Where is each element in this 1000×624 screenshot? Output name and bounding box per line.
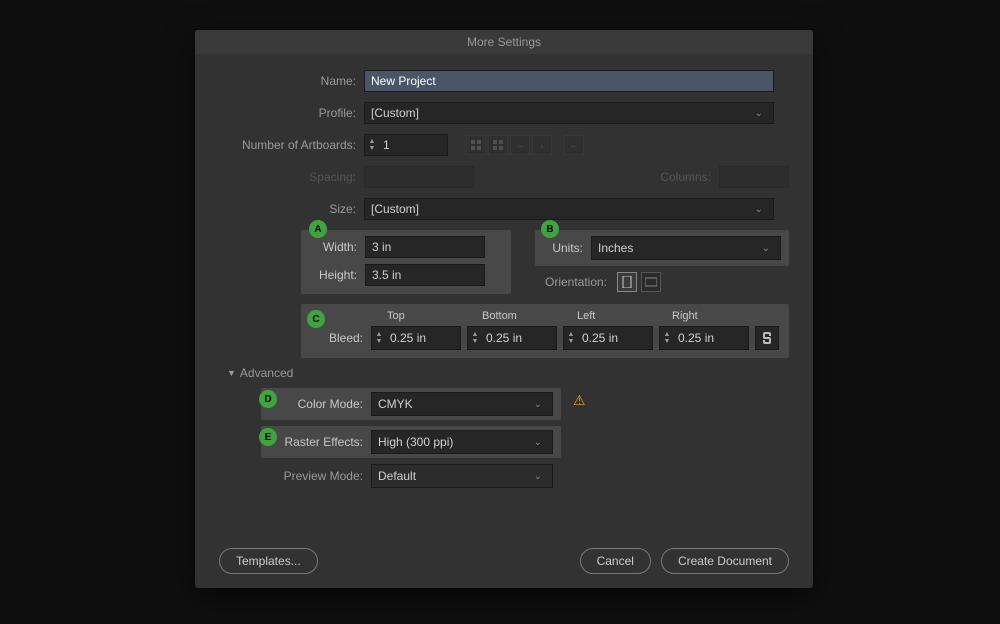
badge-d: D bbox=[259, 390, 277, 408]
stepper-arrows-icon[interactable]: ▲▼ bbox=[564, 331, 578, 345]
height-input[interactable] bbox=[365, 264, 485, 286]
columns-label: Columns: bbox=[660, 170, 719, 184]
stepper-arrows-icon[interactable]: ▲▼ bbox=[372, 331, 386, 345]
spacing-input bbox=[364, 166, 474, 188]
artboards-input[interactable] bbox=[379, 136, 439, 154]
bleed-left-label: Left bbox=[563, 310, 658, 322]
orientation-landscape-icon[interactable] bbox=[641, 272, 661, 292]
orientation-portrait-icon[interactable] bbox=[617, 272, 637, 292]
name-input[interactable] bbox=[364, 70, 774, 92]
badge-e: E bbox=[259, 428, 277, 446]
stepper-arrows-icon[interactable]: ▲▼ bbox=[660, 331, 674, 345]
profile-label: Profile: bbox=[219, 106, 364, 120]
bleed-right-stepper[interactable]: ▲▼ bbox=[659, 326, 749, 350]
preview-mode-dropdown[interactable]: Default ⌄ bbox=[371, 464, 553, 488]
badge-a: A bbox=[309, 220, 327, 238]
stepper-arrows-icon[interactable]: ▲▼ bbox=[365, 138, 379, 152]
dialog-title: More Settings bbox=[195, 30, 813, 54]
bleed-top-stepper[interactable]: ▲▼ bbox=[371, 326, 461, 350]
orientation-label: Orientation: bbox=[545, 275, 617, 289]
arrange-grid-col-icon[interactable] bbox=[488, 135, 508, 155]
height-label: Height: bbox=[311, 268, 365, 282]
stepper-arrows-icon[interactable]: ▲▼ bbox=[468, 331, 482, 345]
color-mode-label: Color Mode: bbox=[269, 397, 371, 411]
spacing-label: Spacing: bbox=[219, 170, 364, 184]
name-label: Name: bbox=[219, 74, 364, 88]
create-document-button[interactable]: Create Document bbox=[661, 548, 789, 574]
link-bleed-icon[interactable] bbox=[755, 326, 779, 350]
artboards-label: Number of Artboards: bbox=[219, 138, 364, 152]
advanced-header-label: Advanced bbox=[240, 366, 293, 380]
chevron-down-icon: ⌄ bbox=[530, 399, 546, 410]
size-label: Size: bbox=[219, 202, 364, 216]
badge-c: C bbox=[307, 310, 325, 328]
badge-b: B bbox=[541, 220, 559, 238]
width-input[interactable] bbox=[365, 236, 485, 258]
columns-input bbox=[719, 166, 789, 188]
color-mode-dropdown[interactable]: CMYK ⌄ bbox=[371, 392, 553, 416]
artboard-arrange-group: → ↓ bbox=[466, 135, 552, 155]
more-settings-dialog: More Settings Name: Profile: [Custom] ⌄ … bbox=[195, 30, 813, 588]
warning-icon: ⚠ bbox=[573, 392, 586, 409]
raster-effects-value: High (300 ppi) bbox=[378, 435, 453, 449]
size-dropdown[interactable]: [Custom] ⌄ bbox=[364, 198, 774, 220]
disclosure-triangle-icon: ▼ bbox=[227, 368, 236, 378]
chevron-down-icon: ⌄ bbox=[751, 108, 767, 119]
color-mode-value: CMYK bbox=[378, 397, 413, 411]
bleed-top-label: Top bbox=[373, 310, 468, 322]
arrange-grid-row-icon[interactable] bbox=[466, 135, 486, 155]
templates-button[interactable]: Templates... bbox=[219, 548, 318, 574]
cancel-button[interactable]: Cancel bbox=[580, 548, 651, 574]
profile-dropdown[interactable]: [Custom] ⌄ bbox=[364, 102, 774, 124]
chevron-down-icon: ⌄ bbox=[758, 243, 774, 254]
preview-mode-label: Preview Mode: bbox=[269, 469, 371, 483]
arrange-row-rtl-icon[interactable]: ← bbox=[564, 135, 584, 155]
bleed-bottom-stepper[interactable]: ▲▼ bbox=[467, 326, 557, 350]
arrange-col-icon[interactable]: ↓ bbox=[532, 135, 552, 155]
bleed-bottom-input[interactable] bbox=[482, 329, 542, 347]
bleed-top-input[interactable] bbox=[386, 329, 446, 347]
units-value: Inches bbox=[598, 241, 633, 255]
preview-mode-value: Default bbox=[378, 469, 416, 483]
bleed-right-label: Right bbox=[658, 310, 753, 322]
bleed-right-input[interactable] bbox=[674, 329, 734, 347]
width-label: Width: bbox=[311, 240, 365, 254]
profile-value: [Custom] bbox=[371, 106, 751, 120]
bleed-bottom-label: Bottom bbox=[468, 310, 563, 322]
units-dropdown[interactable]: Inches ⌄ bbox=[591, 236, 781, 260]
bleed-left-input[interactable] bbox=[578, 329, 638, 347]
chevron-down-icon: ⌄ bbox=[530, 437, 546, 448]
units-label: Units: bbox=[543, 241, 591, 255]
chevron-down-icon: ⌄ bbox=[751, 204, 767, 215]
raster-effects-dropdown[interactable]: High (300 ppi) ⌄ bbox=[371, 430, 553, 454]
advanced-section-toggle[interactable]: ▼ Advanced bbox=[219, 366, 789, 380]
size-value: [Custom] bbox=[371, 202, 751, 216]
raster-effects-label: Raster Effects: bbox=[269, 435, 371, 449]
artboards-stepper[interactable]: ▲▼ bbox=[364, 134, 448, 156]
bleed-label: Bleed: bbox=[311, 331, 371, 345]
arrange-row-ltr-icon[interactable]: → bbox=[510, 135, 530, 155]
bleed-left-stepper[interactable]: ▲▼ bbox=[563, 326, 653, 350]
chevron-down-icon: ⌄ bbox=[530, 471, 546, 482]
